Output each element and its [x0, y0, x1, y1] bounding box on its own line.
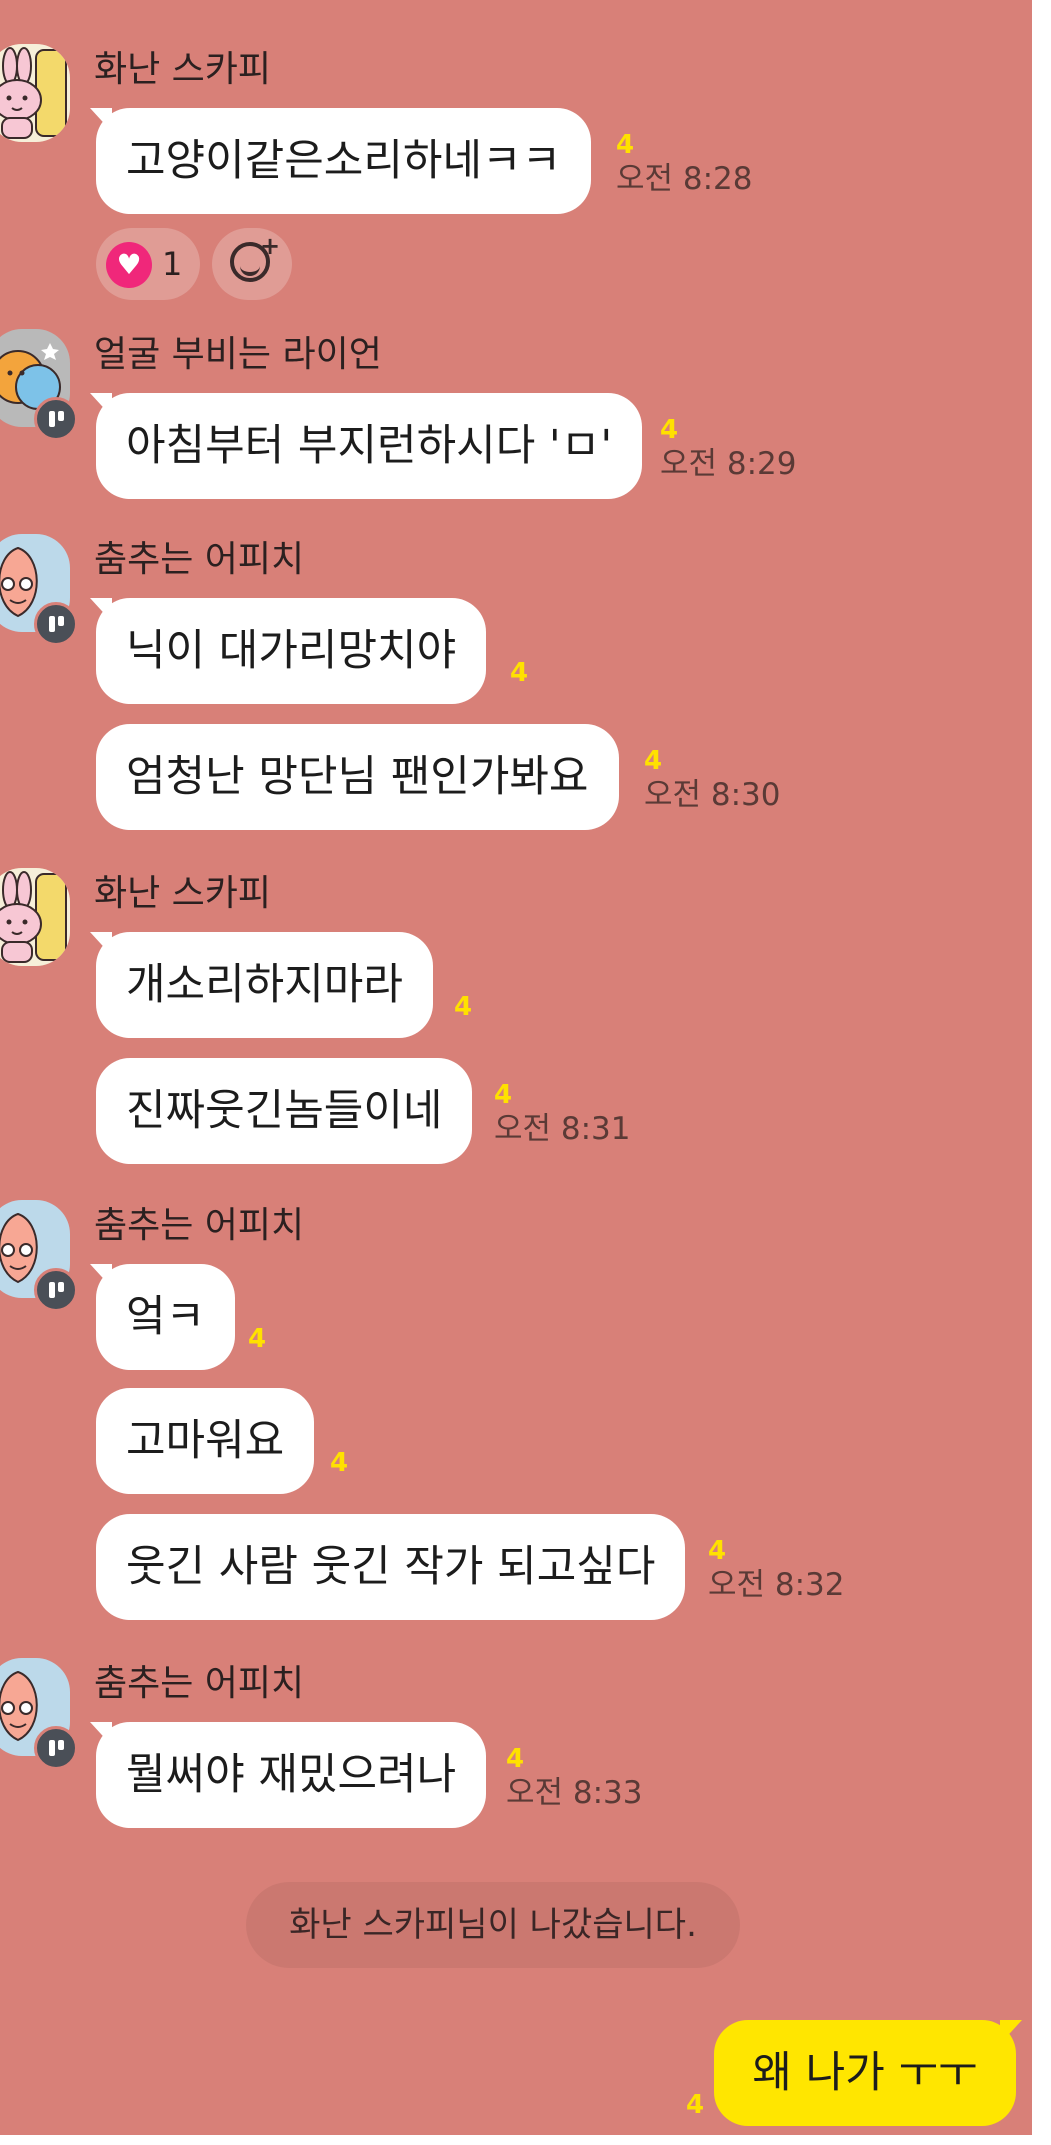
- message-meta: 4 오전 8:28: [616, 130, 753, 198]
- avatar-scappy[interactable]: [0, 868, 70, 966]
- unread-count: 4: [506, 1744, 525, 1774]
- message-time: 오전 8:30: [644, 777, 781, 813]
- unread-count: 4: [494, 1080, 513, 1110]
- my-unread-count: 4: [686, 2090, 705, 2120]
- member-badge-icon: [34, 397, 78, 441]
- message-time: 오전 8:29: [660, 446, 797, 482]
- message-bubble[interactable]: 웃긴 사람 웃긴 작가 되고싶다: [96, 1514, 686, 1620]
- message-meta: 4 오전 8:31: [494, 1080, 631, 1148]
- message-time: 오전 8:31: [494, 1111, 631, 1147]
- message-row: 고양이같은소리하네ㅋㅋ 4 오전 8:28: [89, 108, 753, 214]
- unread-count: 4: [660, 415, 679, 445]
- unread-count: 4: [454, 992, 473, 1022]
- message-meta: 4 오전 8:32: [708, 1536, 845, 1604]
- message-row: 진짜웃긴놈들이네 4 오전 8:31: [96, 1058, 631, 1164]
- message-row: 개소리하지마라 4: [90, 932, 472, 1038]
- message-row: 웃긴 사람 웃긴 작가 되고싶다 4 오전 8:32: [96, 1514, 845, 1620]
- member-badge-icon: [34, 1726, 78, 1770]
- my-message-bubble[interactable]: 왜 나가 ㅜㅜ: [714, 2020, 1022, 2126]
- message-meta: 4: [248, 1324, 266, 1354]
- unread-count: 4: [510, 658, 529, 688]
- plus-icon: +: [260, 232, 281, 260]
- sender-name: 춤추는 어피치: [94, 1205, 305, 1246]
- message-row: 뭘써야 재밌으려나 4 오전 8:33: [89, 1722, 643, 1828]
- unread-count: 4: [644, 746, 663, 776]
- sender-name: 화난 스카피: [94, 873, 272, 914]
- message-bubble[interactable]: 아침부터 부지런하시다 'ㅁ': [89, 393, 643, 499]
- message-bubble[interactable]: 고양이같은소리하네ㅋㅋ: [89, 108, 592, 214]
- scappy-avatar-image: [0, 44, 70, 142]
- chat-room: 화난 스카피 고양이같은소리하네ㅋㅋ 4 오전 8:28 ♥ 1 + 얼굴 부비…: [0, 0, 1032, 2135]
- message-bubble[interactable]: 고마워요: [96, 1388, 315, 1494]
- message-time: 오전 8:32: [708, 1567, 845, 1603]
- message-row: 엌ㅋ 4: [89, 1264, 266, 1370]
- avatar-apeach[interactable]: [0, 534, 78, 646]
- avatar-scappy[interactable]: [0, 44, 70, 142]
- message-meta: 4 오전 8:29: [660, 415, 797, 483]
- message-bubble[interactable]: 개소리하지마라: [90, 932, 433, 1038]
- sender-name: 춤추는 어피치: [94, 1663, 305, 1704]
- message-time: 오전 8:33: [506, 1775, 643, 1811]
- message-row: 엄청난 망단님 팬인가봐요 4 오전 8:30: [96, 724, 781, 830]
- message-meta: 4: [330, 1448, 348, 1478]
- message-bubble[interactable]: 진짜웃긴놈들이네: [96, 1058, 473, 1164]
- sender-name: 얼굴 부비는 라이언: [94, 334, 382, 375]
- unread-count: 4: [616, 130, 635, 160]
- unread-count: 4: [708, 1536, 727, 1566]
- message-meta: 4 오전 8:30: [644, 746, 781, 814]
- unread-count: 4: [330, 1448, 349, 1478]
- message-row: 고마워요 4: [96, 1388, 348, 1494]
- sender-name: 춤추는 어피치: [94, 539, 305, 580]
- sender-name: 화난 스카피: [94, 49, 272, 90]
- message-bubble[interactable]: 뭘써야 재밌으려나: [89, 1722, 487, 1828]
- message-meta: 4: [510, 658, 528, 688]
- message-meta: 4: [454, 992, 472, 1022]
- reaction-count: 1: [162, 245, 183, 283]
- system-notice: 화난 스카피님이 나갔습니다.: [246, 1882, 740, 1968]
- message-row: 닉이 대가리망치야 4: [89, 598, 528, 704]
- avatar-apeach[interactable]: [0, 1658, 78, 1770]
- unread-count: 4: [248, 1324, 267, 1354]
- message-time: 오전 8:28: [616, 161, 753, 197]
- member-badge-icon: [34, 602, 78, 646]
- avatar-lion[interactable]: [0, 329, 78, 441]
- message-bubble[interactable]: 닉이 대가리망치야: [89, 598, 487, 704]
- avatar-apeach[interactable]: [0, 1200, 78, 1312]
- add-reaction-button[interactable]: +: [212, 228, 292, 300]
- heart-icon: ♥: [106, 242, 152, 288]
- scappy-avatar-image: [0, 868, 70, 966]
- message-meta: 4 오전 8:33: [506, 1744, 643, 1812]
- member-badge-icon: [34, 1268, 78, 1312]
- message-bubble[interactable]: 엄청난 망단님 팬인가봐요: [96, 724, 619, 830]
- heart-reaction-button[interactable]: ♥ 1: [96, 228, 200, 300]
- message-row: 아침부터 부지런하시다 'ㅁ' 4 오전 8:29: [89, 393, 797, 499]
- message-bubble[interactable]: 엌ㅋ: [89, 1264, 236, 1370]
